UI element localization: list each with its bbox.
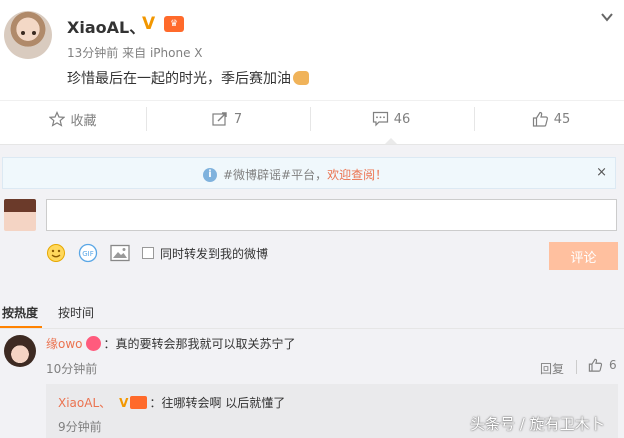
action-divider — [146, 107, 147, 131]
composer-toolbar: GIF 同时转发到我的微博 — [46, 242, 268, 264]
comment-input[interactable] — [46, 199, 617, 231]
action-divider — [474, 107, 475, 131]
comment-avatar[interactable] — [4, 335, 36, 367]
comment-username[interactable]: 缘owo — [46, 335, 83, 352]
close-icon[interactable]: × — [596, 165, 607, 180]
post-source-prefix: 来自 — [122, 46, 147, 60]
info-icon: i — [203, 167, 217, 182]
my-avatar[interactable] — [4, 199, 36, 231]
notice-text[interactable]: #微博辟谣#平台， — [223, 166, 327, 183]
gif-icon[interactable]: GIF — [78, 243, 98, 263]
thumbs-up-icon — [532, 111, 548, 127]
thumbs-up-icon — [588, 358, 603, 372]
reply-button[interactable]: 回复 — [540, 360, 564, 377]
action-bar: 收藏 7 46 45 — [0, 100, 624, 145]
forward-to-my-weibo-label: 同时转发到我的微博 — [160, 246, 269, 261]
forward-checkbox[interactable] — [142, 247, 154, 259]
sort-divider — [0, 328, 624, 329]
post-time[interactable]: 13分钟前 — [67, 46, 118, 60]
post-device[interactable]: iPhone X — [150, 46, 203, 60]
action-divider — [310, 107, 311, 131]
verified-v-icon: V — [142, 14, 156, 34]
comment-icon — [372, 111, 388, 127]
like-count: 45 — [553, 111, 571, 127]
reply-username[interactable]: XiaoAL、 — [58, 394, 111, 411]
image-icon[interactable] — [110, 243, 130, 263]
comment-like-count: 6 — [609, 358, 617, 372]
tab-sort-by-time[interactable]: 按时间 — [58, 304, 94, 321]
comment-like-button[interactable]: 6 — [588, 358, 617, 372]
notice-content: i #微博辟谣#平台， 欢迎查阅！ — [203, 166, 387, 183]
tab-sort-by-hot[interactable]: 按热度 — [2, 304, 38, 321]
watermark: 头条号 / 旋有卫木卜 — [470, 415, 605, 433]
weibo-post: XiaoAL、 V ♛ 13分钟前 来自 iPhone X 珍惜最后在一起的时光… — [0, 0, 624, 96]
sort-tabs: 按热度 按时间 — [0, 304, 112, 321]
notice-link[interactable]: 欢迎查阅！ — [327, 166, 387, 183]
forward-button[interactable]: 7 — [154, 101, 300, 137]
reply-body: XiaoAL、 V ：往哪转会啊 以后就懂了 — [58, 394, 285, 411]
emoji-icon[interactable] — [46, 243, 66, 263]
post-username[interactable]: XiaoAL、 — [67, 14, 145, 38]
comment-time: 10分钟前 — [46, 362, 98, 376]
avatar-eye — [21, 31, 25, 35]
favorite-button[interactable]: 收藏 — [0, 101, 146, 137]
svg-text:GIF: GIF — [82, 250, 94, 258]
vip-badge-icon: ♛ — [164, 16, 184, 32]
forward-count: 7 — [233, 111, 243, 127]
comment-action-divider — [576, 360, 577, 374]
avatar-eye — [32, 31, 36, 35]
verified-v-icon: V — [119, 395, 129, 410]
submit-comment-button[interactable]: 评论 — [549, 242, 618, 270]
reply-time: 9分钟前 — [58, 420, 102, 434]
comment-button[interactable]: 46 — [318, 101, 464, 145]
favorite-label: 收藏 — [70, 113, 97, 129]
rumor-notice: i #微博辟谣#平台， 欢迎查阅！ × — [2, 157, 616, 189]
forward-icon — [212, 112, 227, 126]
heart-icon — [85, 336, 101, 351]
like-button[interactable]: 45 — [478, 101, 624, 137]
comment-count: 46 — [393, 111, 411, 127]
flexed-biceps-icon — [293, 71, 309, 85]
reply-text: ：往哪转会啊 以后就懂了 — [149, 396, 286, 410]
vip-badge-icon — [130, 396, 148, 409]
post-text: 珍惜最后在一起的时光，季后赛加油 — [67, 68, 309, 88]
post-meta: 13分钟前 来自 iPhone X — [67, 44, 203, 61]
post-text-content: 珍惜最后在一起的时光，季后赛加油 — [67, 71, 291, 87]
comment-text: ：真的要转会那我就可以取关苏宁了 — [103, 337, 296, 351]
chevron-down-icon[interactable] — [600, 10, 614, 24]
star-icon — [49, 111, 66, 127]
user-avatar[interactable] — [4, 11, 52, 59]
comment-body: 缘owo ：真的要转会那我就可以取关苏宁了 — [46, 335, 296, 352]
